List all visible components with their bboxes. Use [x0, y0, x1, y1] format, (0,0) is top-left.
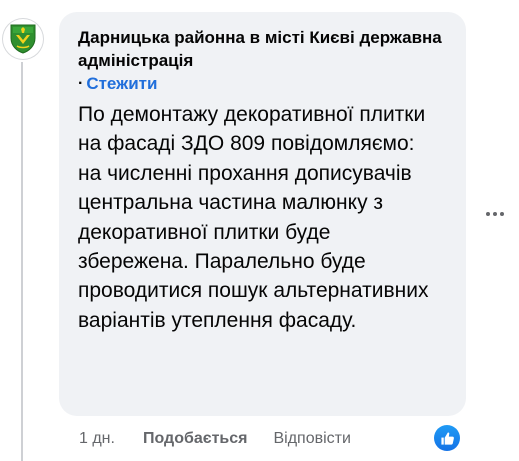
- more-options-icon: [493, 212, 497, 216]
- more-options-icon: [486, 212, 490, 216]
- like-reaction-icon: [434, 425, 460, 451]
- separator-dot: ·: [78, 75, 84, 92]
- more-options-button[interactable]: [482, 204, 508, 224]
- more-options-icon: [500, 212, 504, 216]
- author-avatar[interactable]: [2, 18, 44, 60]
- like-button[interactable]: Подобається: [143, 430, 248, 448]
- thread-line: [21, 62, 23, 461]
- reaction-badge[interactable]: [432, 423, 462, 453]
- comment-text: По демонтажу декоративної плитки на фаса…: [78, 103, 429, 332]
- comment-bubble: Дарницька районна в місті Києві державна…: [59, 12, 466, 416]
- comment-timestamp[interactable]: 1 дн.: [79, 430, 115, 448]
- follow-row: · Стежити: [78, 72, 448, 95]
- coat-of-arms-icon: [10, 24, 36, 54]
- follow-link[interactable]: Стежити: [86, 72, 157, 95]
- comment-author-name[interactable]: Дарницька районна в місті Києві державна…: [78, 26, 448, 72]
- reply-button[interactable]: Відповісти: [273, 430, 350, 448]
- comment-actions: 1 дн. Подобається Відповісти: [79, 428, 351, 450]
